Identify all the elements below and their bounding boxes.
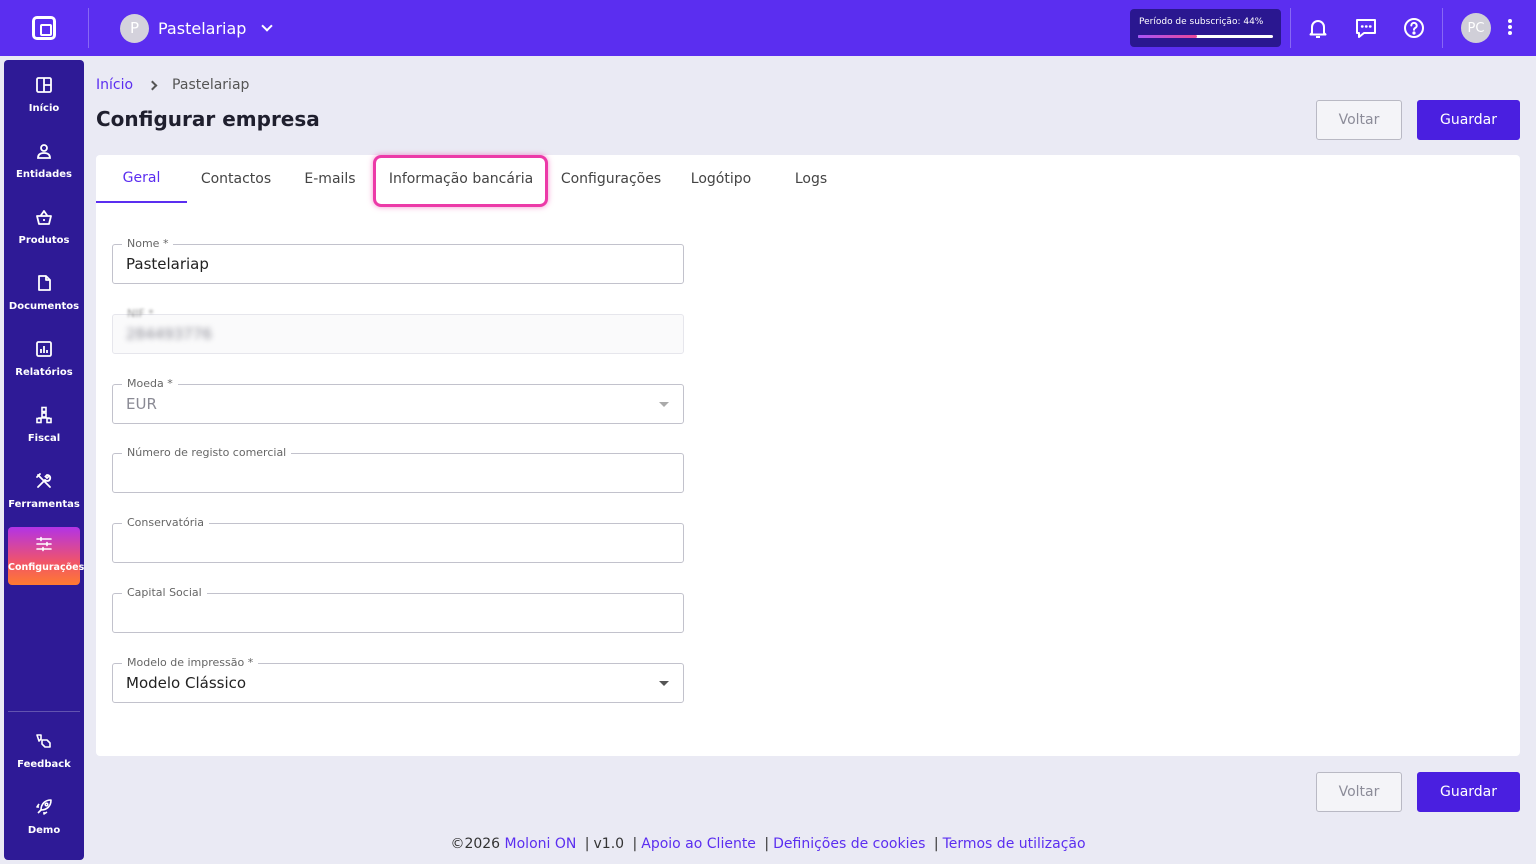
- sliders-icon: [36, 536, 52, 552]
- breadcrumb: Início Pastelariap: [96, 75, 249, 95]
- footer-support-link[interactable]: Apoio ao Cliente: [641, 836, 756, 852]
- document-icon: [38, 275, 51, 291]
- chart-icon: [36, 341, 52, 357]
- help-icon[interactable]: [1400, 14, 1428, 42]
- nif-value: 284493776: [126, 325, 212, 343]
- moloni-logo-icon[interactable]: [32, 16, 56, 40]
- nif-field: NIF * 284493776: [112, 307, 684, 354]
- tools-icon: [36, 473, 52, 488]
- footer-separator: |: [933, 836, 939, 852]
- company-avatar: P: [120, 13, 149, 43]
- subscription-progress-track: [1138, 35, 1273, 38]
- sidebar-item-documentos[interactable]: Documentos: [8, 266, 80, 324]
- footer-version: v1.0: [593, 836, 625, 852]
- tab-informacao-bancaria[interactable]: Informação bancária: [375, 155, 547, 203]
- sidebar-item-label: Configurações: [8, 562, 85, 573]
- sidebar-item-inicio[interactable]: Início: [8, 68, 80, 126]
- basket-icon: [36, 210, 52, 225]
- chevron-right-icon: [147, 80, 158, 90]
- sidebar-item-produtos[interactable]: Produtos: [8, 200, 80, 258]
- field-label: NIF *: [127, 307, 154, 320]
- chevron-down-icon: [261, 20, 274, 32]
- modelo-impressao-select[interactable]: Modelo de impressão * Modelo Clássico: [112, 656, 684, 703]
- more-options-icon[interactable]: [1506, 18, 1514, 38]
- save-button-top[interactable]: Guardar: [1417, 100, 1520, 140]
- sidebar-item-configuracoes[interactable]: Configurações: [8, 527, 85, 585]
- moeda-value: EUR: [126, 395, 157, 413]
- tab-geral[interactable]: Geral: [96, 155, 187, 203]
- sidebar-item-label: Ferramentas: [8, 499, 80, 510]
- notifications-bell-icon[interactable]: [1304, 14, 1332, 42]
- tab-logs[interactable]: Logs: [767, 155, 855, 203]
- registo-comercial-field[interactable]: Número de registo comercial: [112, 446, 684, 493]
- back-button-bottom[interactable]: Voltar: [1316, 772, 1402, 812]
- dropdown-arrow-icon: [659, 402, 669, 407]
- sidebar-item-label: Demo: [27, 825, 61, 836]
- modelo-value: Modelo Clássico: [126, 674, 247, 692]
- capital-social-field[interactable]: Capital Social: [112, 586, 684, 633]
- rocket-icon: [36, 799, 52, 815]
- feedback-icon: [36, 734, 51, 748]
- save-button-bottom[interactable]: Guardar: [1417, 772, 1520, 812]
- field-label: Moeda *: [122, 377, 178, 391]
- sidebar-item-ferramentas[interactable]: Ferramentas: [8, 464, 80, 522]
- grid-icon: [36, 77, 52, 93]
- breadcrumb-current: Pastelariap: [172, 77, 250, 93]
- footer-terms-link[interactable]: Termos de utilização: [943, 836, 1086, 852]
- field-label: Conservatória: [122, 516, 210, 530]
- company-switcher[interactable]: P Pastelariap: [120, 13, 274, 43]
- sidebar-item-label: Início: [28, 103, 60, 114]
- moeda-select[interactable]: Moeda * EUR: [112, 377, 684, 424]
- field-label: Número de registo comercial: [122, 446, 292, 460]
- sidebar-divider: [8, 711, 80, 712]
- footer-cookies-link[interactable]: Definições de cookies: [773, 836, 925, 852]
- footer-copyright: ©2026: [450, 836, 501, 852]
- footer-separator: |: [584, 836, 590, 852]
- dropdown-arrow-icon: [659, 681, 669, 686]
- divider: [1442, 8, 1443, 48]
- network-icon: [36, 406, 52, 424]
- company-name: Pastelariap: [158, 18, 247, 38]
- breadcrumb-home-link[interactable]: Início: [96, 77, 133, 93]
- conservatoria-field[interactable]: Conservatória: [112, 516, 684, 563]
- sidebar-item-label: Relatórios: [15, 367, 73, 378]
- nome-field[interactable]: Nome * Pastelariap: [112, 237, 684, 284]
- page-title: Configurar empresa: [96, 107, 320, 131]
- sidebar-item-label: Entidades: [16, 169, 72, 180]
- subscription-progress-fill: [1138, 35, 1198, 38]
- sidebar-item-label: Fiscal: [27, 433, 61, 444]
- tab-logotipo[interactable]: Logótipo: [675, 155, 767, 203]
- top-bar: P Pastelariap Período de subscrição: 44%…: [0, 0, 1536, 56]
- tab-configuracoes[interactable]: Configurações: [547, 155, 675, 203]
- user-avatar[interactable]: PC: [1461, 13, 1491, 43]
- footer: ©2026 Moloni ON | v1.0 | Apoio ao Cliente …: [0, 836, 1536, 852]
- tab-emails[interactable]: E-mails: [285, 155, 375, 203]
- field-label: Capital Social: [122, 586, 207, 600]
- messages-icon[interactable]: [1352, 14, 1380, 42]
- subscription-period-label: Período de subscrição: 44%: [1139, 17, 1264, 27]
- sidebar-item-label: Produtos: [18, 235, 70, 246]
- sidebar-item-relatorios[interactable]: Relatórios: [8, 332, 80, 390]
- field-label: Nome *: [122, 237, 174, 251]
- sidebar-item-feedback[interactable]: Feedback: [8, 724, 80, 782]
- back-button-top[interactable]: Voltar: [1316, 100, 1402, 140]
- sidebar-item-entidades[interactable]: Entidades: [8, 134, 80, 192]
- field-label: Modelo de impressão *: [122, 656, 259, 670]
- sidebar: Início Entidades Produtos Documentos Rel…: [4, 60, 84, 860]
- divider: [1290, 8, 1291, 48]
- sidebar-item-fiscal[interactable]: Fiscal: [8, 398, 80, 456]
- footer-separator: |: [632, 836, 638, 852]
- sidebar-item-label: Documentos: [8, 301, 80, 312]
- footer-separator: |: [764, 836, 770, 852]
- footer-brand-link[interactable]: Moloni ON: [505, 836, 577, 852]
- person-icon: [37, 144, 51, 159]
- divider: [88, 8, 89, 48]
- sidebar-item-label: Feedback: [17, 759, 71, 770]
- settings-card: Geral Contactos E-mails Informação bancá…: [96, 155, 1520, 756]
- nome-value: Pastelariap: [126, 255, 209, 273]
- tab-contactos[interactable]: Contactos: [187, 155, 285, 203]
- subscription-period-badge[interactable]: Período de subscrição: 44%: [1130, 9, 1281, 47]
